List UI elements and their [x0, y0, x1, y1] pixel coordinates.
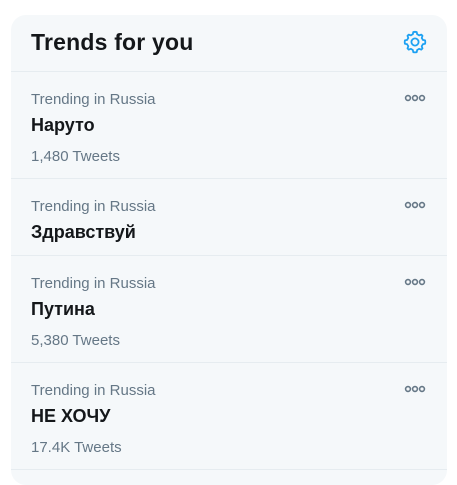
trend-context: Trending in Russia [31, 275, 156, 292]
trend-name: Наруто [31, 115, 95, 135]
trend-more-button[interactable] [403, 90, 427, 106]
more-icon [404, 196, 426, 214]
trends-header: Trends for you [11, 15, 447, 72]
trend-tweet-count: 1,480 Tweets [31, 148, 120, 165]
gear-icon [403, 30, 427, 59]
more-icon [404, 273, 426, 291]
trend-more-button[interactable] [403, 197, 427, 213]
trend-context: Trending in Russia [31, 91, 156, 108]
more-icon [404, 89, 426, 107]
trend-context: Trending in Russia [31, 382, 156, 399]
trend-name: Здравствуй [31, 222, 136, 242]
trends-panel: Trends for you Trending in Russia Наруто… [11, 15, 447, 485]
trends-title: Trends for you [31, 29, 194, 55]
trend-item[interactable]: Trending in Russia Наруто 1,480 Tweets [11, 72, 447, 179]
trend-name: НЕ ХОЧУ [31, 406, 111, 426]
trends-settings-button[interactable] [401, 30, 429, 58]
trend-name: Путина [31, 299, 95, 319]
trend-more-button[interactable] [403, 381, 427, 397]
trend-tweet-count: 5,380 Tweets [31, 332, 120, 349]
trend-tweet-count: 17.4K Tweets [31, 439, 122, 456]
trend-more-button[interactable] [403, 274, 427, 290]
trend-item[interactable]: Trending in Russia НЕ ХОЧУ 17.4K Tweets [11, 363, 447, 470]
trend-item[interactable]: Trending in Russia Здравствуй [11, 179, 447, 256]
trend-context: Trending in Russia [31, 198, 156, 215]
more-icon [404, 380, 426, 398]
trend-item[interactable]: Trending in Russia Путина 5,380 Tweets [11, 256, 447, 363]
